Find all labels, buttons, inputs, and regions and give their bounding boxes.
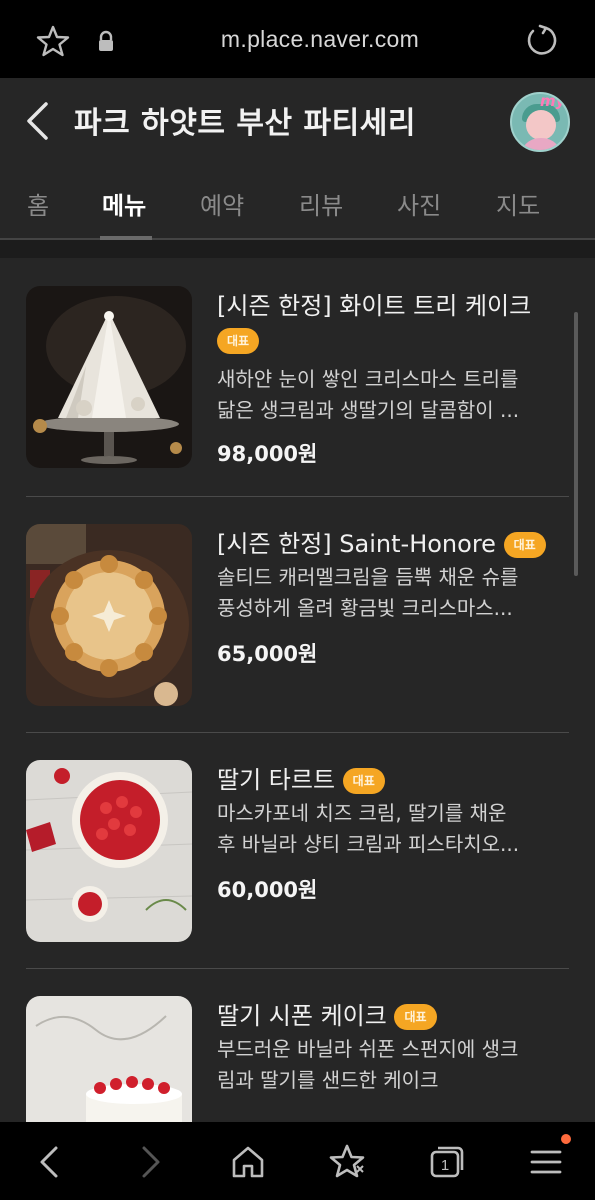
page-title: 파크 하얏트 부산 파티세리 [74, 106, 416, 141]
menu-item-name-text: 딸기 타르트 [217, 766, 336, 794]
tab-bar: 홈 메뉴 예약 리뷰 사진 지도 [0, 166, 595, 242]
menu-icon[interactable] [526, 1142, 566, 1182]
tab-photo[interactable]: 사진 [397, 186, 441, 221]
tabs-icon[interactable]: 1 [426, 1142, 466, 1182]
section-gap [0, 240, 595, 258]
description-line: 마스카포네 치즈 크림, 딸기를 채운 [217, 801, 507, 825]
menu-item-description: 부드러운 바닐라 쉬폰 스펀지에 생크 림과 딸기를 샌드한 케이크 [217, 1034, 567, 1096]
description-line: 닮은 생크림과 생딸기의 달콤함이 ... [217, 398, 520, 422]
menu-list: [시즌 한정] 화이트 트리 케이크 대표 새하얀 눈이 쌓인 크리스마스 트리… [0, 258, 595, 1122]
representative-badge: 대표 [342, 768, 385, 794]
menu-item[interactable]: [시즌 한정] Saint-Honore 대표 솔티드 캐러멜크림을 듬뿍 채운… [0, 496, 595, 732]
menu-item-name: 딸기 타르트 대표 [217, 760, 385, 795]
browser-bottom-nav: 1 [0, 1122, 595, 1200]
tab-review[interactable]: 리뷰 [299, 186, 343, 221]
avatar-face [526, 110, 556, 140]
menu-item-name: [시즌 한정] 화이트 트리 케이크 [217, 292, 532, 320]
menu-item-description: 마스카포네 치즈 크림, 딸기를 채운 후 바닐라 샹티 크림과 피스타치오..… [217, 798, 567, 860]
avatar-body [520, 138, 562, 150]
description-line: 후 바닐라 샹티 크림과 피스타치오... [217, 832, 520, 856]
menu-item-price: 60,000원 [217, 878, 318, 902]
representative-badge: 대표 [217, 328, 260, 354]
menu-item-description: 새하얀 눈이 쌓인 크리스마스 트리를 닮은 생크림과 생딸기의 달콤함이 ..… [217, 364, 567, 426]
scrollbar[interactable] [574, 312, 578, 576]
menu-item-image [26, 996, 192, 1122]
menu-item-image [26, 760, 192, 942]
home-icon[interactable] [228, 1142, 268, 1182]
representative-badge: 대표 [503, 532, 546, 558]
url-text[interactable]: m.place.naver.com [0, 26, 595, 53]
description-line: 림과 딸기를 샌드한 케이크 [217, 1068, 439, 1092]
tab-home[interactable]: 홈 [27, 186, 49, 221]
description-line: 풍성하게 올려 황금빛 크리스마스... [217, 596, 513, 620]
avatar-badge: my [540, 92, 566, 110]
menu-item-name-text: 딸기 시폰 케이크 [217, 1002, 387, 1030]
menu-item-price: 65,000원 [217, 642, 318, 666]
menu-item-name-text: [시즌 한정] Saint-Honore [217, 530, 496, 558]
menu-item[interactable]: 딸기 시폰 케이크 대표 부드러운 바닐라 쉬폰 스펀지에 생크 림과 딸기를 … [0, 968, 595, 1122]
menu-item-badge-line: 대표 [217, 328, 260, 354]
reload-icon[interactable] [524, 22, 560, 58]
back-icon[interactable] [30, 1142, 70, 1182]
place-header: 파크 하얏트 부산 파티세리 my [0, 78, 595, 166]
description-line: 솔티드 캐러멜크림을 듬뿍 채운 슈를 [217, 565, 519, 589]
description-line: 새하얀 눈이 쌓인 크리스마스 트리를 [217, 367, 519, 391]
menu-item-image [26, 286, 192, 468]
menu-item-name: 딸기 시폰 케이크 대표 [217, 996, 437, 1031]
notification-dot [561, 1134, 571, 1144]
description-line: 부드러운 바닐라 쉬폰 스펀지에 생크 [217, 1037, 519, 1061]
forward-icon[interactable] [130, 1142, 170, 1182]
menu-item-name: [시즌 한정] Saint-Honore 대표 [217, 524, 546, 559]
tab-count: 1 [441, 1157, 449, 1174]
menu-item-image [26, 524, 192, 706]
menu-item[interactable]: 딸기 타르트 대표 마스카포네 치즈 크림, 딸기를 채운 후 바닐라 샹티 크… [0, 732, 595, 968]
back-arrow-icon[interactable] [24, 100, 50, 142]
menu-item[interactable]: [시즌 한정] 화이트 트리 케이크 대표 새하얀 눈이 쌓인 크리스마스 트리… [0, 258, 595, 494]
representative-badge: 대표 [394, 1004, 437, 1030]
tab-menu[interactable]: 메뉴 [102, 186, 146, 221]
menu-item-price: 98,000원 [217, 442, 318, 466]
avatar[interactable]: my [510, 92, 570, 152]
tab-reservation[interactable]: 예약 [200, 186, 244, 221]
menu-item-description: 솔티드 캐러멜크림을 듬뿍 채운 슈를 풍성하게 올려 황금빛 크리스마스... [217, 562, 567, 624]
bookmark-icon[interactable] [327, 1142, 367, 1182]
browser-url-bar: m.place.naver.com [0, 0, 595, 78]
tab-map[interactable]: 지도 [496, 186, 540, 221]
